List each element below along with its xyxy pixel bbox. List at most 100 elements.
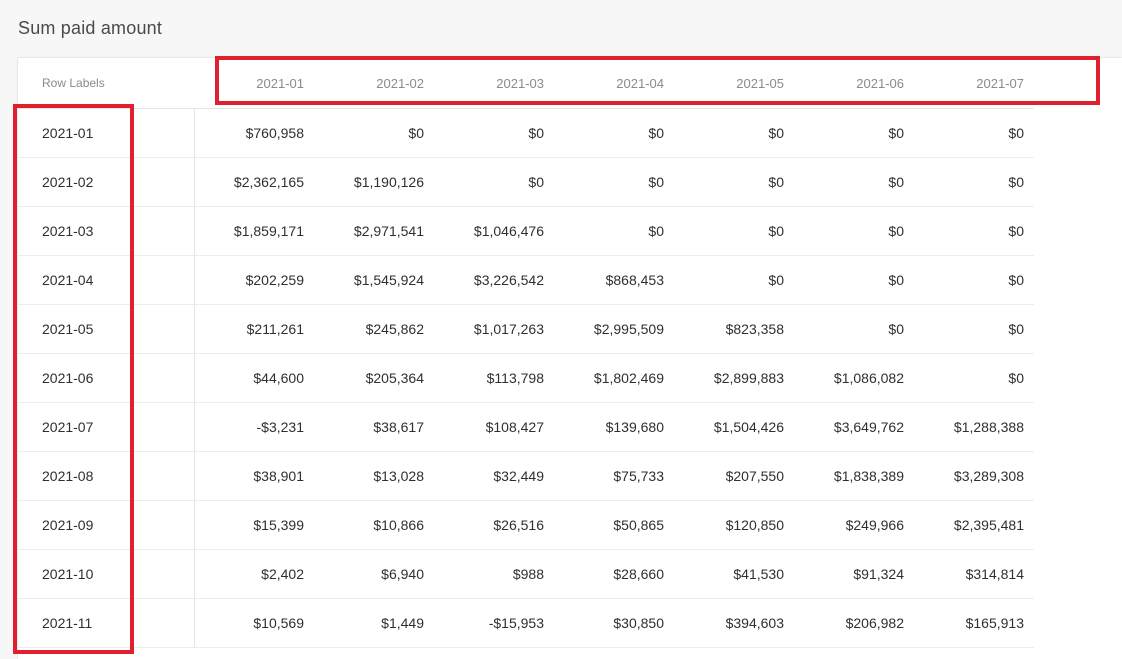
table-cell: $1,017,263 xyxy=(434,304,554,354)
column-header[interactable]: 2021-05 xyxy=(674,58,794,109)
row-label[interactable]: 2021-11 xyxy=(18,598,195,648)
row-label[interactable]: 2021-03 xyxy=(18,206,195,256)
table-cell: $1,086,082 xyxy=(794,353,914,403)
table-cell: $2,362,165 xyxy=(194,157,314,207)
table-cell: $0 xyxy=(794,304,914,354)
table-cell: $3,649,762 xyxy=(794,402,914,452)
table-cell: $28,660 xyxy=(554,549,674,599)
table-cell: $1,838,389 xyxy=(794,451,914,501)
table-cell: $50,865 xyxy=(554,500,674,550)
table-row: 2021-02 $2,362,165 $1,190,126 $0 $0 $0 $0 $0 xyxy=(18,157,1034,207)
table-row: 2021-01 $760,958 $0 $0 $0 $0 $0 $0 xyxy=(18,108,1034,158)
table-cell: $394,603 xyxy=(674,598,794,648)
table-cell: $165,913 xyxy=(914,598,1034,648)
table-cell: $3,226,542 xyxy=(434,255,554,305)
table-cell: $139,680 xyxy=(554,402,674,452)
table-row: 2021-07 -$3,231 $38,617 $108,427 $139,680 $1,… xyxy=(18,402,1034,452)
column-header[interactable]: 2021-07 xyxy=(914,58,1034,109)
page-title: Sum paid amount xyxy=(18,18,163,38)
row-label[interactable]: 2021-07 xyxy=(18,402,195,452)
table-cell: $3,289,308 xyxy=(914,451,1034,501)
table-cell: $30,850 xyxy=(554,598,674,648)
table-cell: $0 xyxy=(554,157,674,207)
table-cell: $206,982 xyxy=(794,598,914,648)
table-cell: $760,958 xyxy=(194,108,314,158)
row-label[interactable]: 2021-02 xyxy=(18,157,195,207)
row-label[interactable]: 2021-04 xyxy=(18,255,195,305)
table-cell: $0 xyxy=(554,206,674,256)
column-header[interactable]: 2021-06 xyxy=(794,58,914,109)
table-cell: $0 xyxy=(674,206,794,256)
table-cell: $1,802,469 xyxy=(554,353,674,403)
table-cell: $0 xyxy=(794,157,914,207)
table-cell: $314,814 xyxy=(914,549,1034,599)
table-row: 2021-08 $38,901 $13,028 $32,449 $75,733 $207,… xyxy=(18,451,1034,501)
row-label[interactable]: 2021-05 xyxy=(18,304,195,354)
table-cell: $988 xyxy=(434,549,554,599)
table-cell: $38,617 xyxy=(314,402,434,452)
table-cell: $0 xyxy=(914,304,1034,354)
table-cell: $2,971,541 xyxy=(314,206,434,256)
table-cell: $75,733 xyxy=(554,451,674,501)
table-cell: $245,862 xyxy=(314,304,434,354)
table-cell: $0 xyxy=(794,255,914,305)
table-cell: $6,940 xyxy=(314,549,434,599)
column-header[interactable]: 2021-03 xyxy=(434,58,554,109)
table-cell: $1,046,476 xyxy=(434,206,554,256)
table-cell: $15,399 xyxy=(194,500,314,550)
column-header[interactable]: 2021-01 xyxy=(194,58,314,109)
table-cell: $823,358 xyxy=(674,304,794,354)
table-cell: $38,901 xyxy=(194,451,314,501)
table-cell: $2,402 xyxy=(194,549,314,599)
table-cell: -$15,953 xyxy=(434,598,554,648)
table-cell: $91,324 xyxy=(794,549,914,599)
table-cell: $868,453 xyxy=(554,255,674,305)
table-cell: $13,028 xyxy=(314,451,434,501)
row-labels-header[interactable]: Row Labels xyxy=(18,58,194,109)
table-cell: $0 xyxy=(434,108,554,158)
table-cell: $0 xyxy=(914,206,1034,256)
table-cell: $0 xyxy=(434,157,554,207)
table-cell: -$3,231 xyxy=(194,402,314,452)
table-cell: $1,504,426 xyxy=(674,402,794,452)
pivot-table: Row Labels 2021-01 2021-02 2021-03 2021-04 2… xyxy=(18,58,1034,648)
table-cell: $26,516 xyxy=(434,500,554,550)
table-row: 2021-03 $1,859,171 $2,971,541 $1,046,476 $0 $… xyxy=(18,206,1034,256)
table-cell: $1,859,171 xyxy=(194,206,314,256)
row-label[interactable]: 2021-01 xyxy=(18,108,195,158)
table-cell: $249,966 xyxy=(794,500,914,550)
table-row: 2021-06 $44,600 $205,364 $113,798 $1,802,469… xyxy=(18,353,1034,403)
table-cell: $32,449 xyxy=(434,451,554,501)
table-cell: $41,530 xyxy=(674,549,794,599)
table-row: 2021-05 $211,261 $245,862 $1,017,263 $2,995,… xyxy=(18,304,1034,354)
table-cell: $0 xyxy=(674,255,794,305)
table-cell: $2,395,481 xyxy=(914,500,1034,550)
table-cell: $0 xyxy=(914,157,1034,207)
table-cell: $0 xyxy=(914,353,1034,403)
table-cell: $0 xyxy=(314,108,434,158)
table-cell: $0 xyxy=(914,108,1034,158)
table-cell: $1,545,924 xyxy=(314,255,434,305)
table-cell: $2,899,883 xyxy=(674,353,794,403)
column-header[interactable]: 2021-04 xyxy=(554,58,674,109)
table-row: 2021-09 $15,399 $10,866 $26,516 $50,865 $120,… xyxy=(18,500,1034,550)
table-cell: $0 xyxy=(794,206,914,256)
row-label[interactable]: 2021-10 xyxy=(18,549,195,599)
table-cell: $1,190,126 xyxy=(314,157,434,207)
row-label[interactable]: 2021-08 xyxy=(18,451,195,501)
table-row: 2021-10 $2,402 $6,940 $988 $28,660 $41,530 $91… xyxy=(18,549,1034,599)
row-label[interactable]: 2021-09 xyxy=(18,500,195,550)
table-cell: $0 xyxy=(674,157,794,207)
table-row: 2021-04 $202,259 $1,545,924 $3,226,542 $868,… xyxy=(18,255,1034,305)
table-cell: $1,449 xyxy=(314,598,434,648)
table-cell: $202,259 xyxy=(194,255,314,305)
table-cell: $120,850 xyxy=(674,500,794,550)
table-cell: $211,261 xyxy=(194,304,314,354)
table-cell: $0 xyxy=(674,108,794,158)
pivot-table-card: Row Labels 2021-01 2021-02 2021-03 2021-04 2… xyxy=(18,58,1122,659)
table-cell: $10,866 xyxy=(314,500,434,550)
column-header[interactable]: 2021-02 xyxy=(314,58,434,109)
table-cell: $1,288,388 xyxy=(914,402,1034,452)
row-label[interactable]: 2021-06 xyxy=(18,353,195,403)
table-cell: $0 xyxy=(914,255,1034,305)
